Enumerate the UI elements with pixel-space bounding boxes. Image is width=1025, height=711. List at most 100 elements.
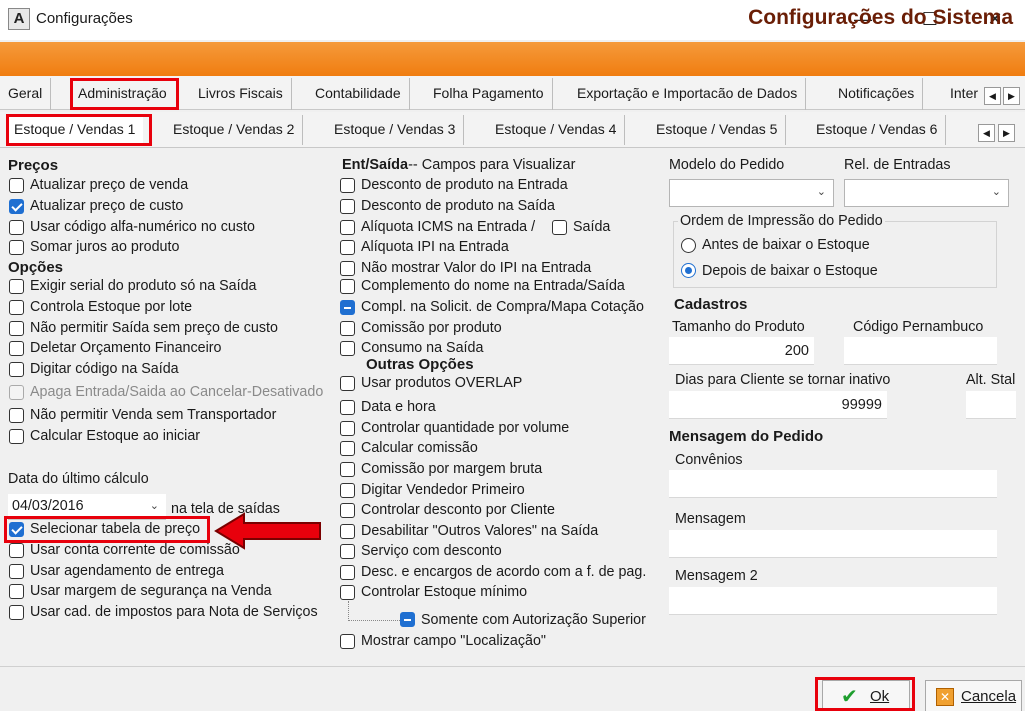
checkbox-desconto-cliente[interactable] — [340, 503, 355, 518]
checkbox-atualizar-preco-venda[interactable] — [9, 178, 24, 193]
data-ultimo-calculo-label: Data do último cálculo — [8, 471, 149, 487]
tab-estoque-vendas-2[interactable]: Estoque / Vendas 2 — [165, 115, 304, 145]
label-overlap: Usar produtos OVERLAP — [361, 375, 523, 391]
convenios-label: Convênios — [675, 452, 743, 468]
label-nao-mostrar-ipi: Não mostrar Valor do IPI na Entrada — [361, 260, 592, 276]
checkbox-calcular-comissao[interactable] — [340, 441, 355, 456]
radio-depois-baixar[interactable] — [681, 263, 696, 278]
radio-antes-baixar[interactable] — [681, 238, 696, 253]
mensagem-pedido-heading: Mensagem do Pedido — [669, 428, 824, 445]
modelo-pedido-select[interactable]: ⌄ — [669, 179, 834, 207]
subtab-scroll-right-icon[interactable]: ▶ — [998, 124, 1015, 142]
checkbox-impostos-servicos[interactable] — [9, 605, 24, 620]
tab-estoque-vendas-5[interactable]: Estoque / Vendas 5 — [648, 115, 787, 145]
tab-geral[interactable]: Geral — [0, 78, 52, 110]
tab-notificacoes[interactable]: Notificações — [830, 78, 924, 110]
checkbox-outros-valores[interactable] — [340, 524, 355, 539]
mensagem-2-input[interactable] — [669, 587, 997, 615]
label-comissao-produto: Comissão por produto — [361, 320, 502, 336]
checkbox-conta-corrente-comissao[interactable] — [9, 543, 24, 558]
label-conta-corrente-comissao: Usar conta corrente de comissão — [30, 542, 240, 558]
label-aliquota-icms-saida: Saída — [573, 219, 611, 235]
subtab-scroll-left-icon[interactable]: ◀ — [978, 124, 995, 142]
label-servico-desconto: Serviço com desconto — [361, 543, 502, 559]
label-antes-baixar: Antes de baixar o Estoque — [702, 237, 870, 253]
ent-saida-subtitle: -- Campos para Visualizar — [408, 157, 576, 173]
checkbox-calcular-estoque[interactable] — [9, 429, 24, 444]
checkbox-autorizacao-superior[interactable] — [400, 612, 415, 627]
checkbox-aliquota-ipi[interactable] — [340, 240, 355, 255]
checkbox-aliquota-icms-saida[interactable] — [552, 220, 567, 235]
alt-stal-input[interactable] — [966, 391, 1016, 419]
opcoes-heading: Opções — [8, 259, 64, 276]
tab-scroll-right-icon[interactable]: ▶ — [1003, 87, 1020, 105]
tab-contabilidade[interactable]: Contabilidade — [307, 78, 410, 110]
checkbox-mostrar-localizacao[interactable] — [340, 634, 355, 649]
checkbox-deletar-orcamento[interactable] — [9, 341, 24, 356]
tab-estoque-vendas-4[interactable]: Estoque / Vendas 4 — [487, 115, 626, 145]
label-complemento-nome: Complemento do nome na Entrada/Saída — [361, 278, 625, 294]
cancel-button[interactable]: ✕ Cancela — [925, 680, 1022, 711]
checkbox-desc-produto-saida[interactable] — [340, 199, 355, 214]
checkbox-qtd-volume[interactable] — [340, 421, 355, 436]
tab-estoque-vendas-3[interactable]: Estoque / Vendas 3 — [326, 115, 465, 145]
checkbox-somar-juros[interactable] — [9, 240, 24, 255]
checkbox-digitar-codigo[interactable] — [9, 362, 24, 377]
checkbox-compl-solicit[interactable] — [340, 300, 355, 315]
checkbox-estoque-lote[interactable] — [9, 300, 24, 315]
checkbox-margem-seguranca[interactable] — [9, 584, 24, 599]
label-exigir-serial: Exigir serial do produto só na Saída — [30, 278, 257, 294]
checkbox-atualizar-preco-custo[interactable] — [9, 199, 24, 214]
outras-opcoes-heading: Outras Opções — [366, 356, 474, 373]
checkbox-servico-desconto[interactable] — [340, 544, 355, 559]
label-digitar-codigo: Digitar código na Saída — [30, 361, 179, 377]
checkbox-estoque-minimo[interactable] — [340, 585, 355, 600]
checkbox-aliquota-icms-entrada[interactable] — [340, 220, 355, 235]
tab-estoque-vendas-6[interactable]: Estoque / Vendas 6 — [808, 115, 947, 145]
tab-inter[interactable]: Inter — [942, 78, 980, 110]
cadastros-heading: Cadastros — [674, 296, 748, 313]
codigo-pernambuco-label: Código Pernambuco — [853, 319, 984, 335]
tamanho-produto-label: Tamanho do Produto — [672, 319, 805, 335]
checkbox-comissao-produto[interactable] — [340, 321, 355, 336]
checkbox-complemento-nome[interactable] — [340, 279, 355, 294]
checkbox-apaga-entrada — [9, 385, 24, 400]
checkbox-nao-mostrar-ipi[interactable] — [340, 261, 355, 276]
mensagem-2-label: Mensagem 2 — [675, 568, 758, 584]
checkbox-data-hora[interactable] — [340, 400, 355, 415]
convenios-input[interactable] — [669, 470, 997, 498]
checkbox-comissao-margem[interactable] — [340, 462, 355, 477]
label-desc-encargos: Desc. e encargos de acordo com a f. de p… — [361, 564, 647, 580]
label-desc-produto-entrada: Desconto de produto na Entrada — [361, 177, 568, 193]
codigo-pernambuco-input[interactable] — [844, 337, 997, 365]
label-atualizar-preco-custo: Atualizar preço de custo — [30, 198, 184, 214]
checkbox-consumo-saida[interactable] — [340, 341, 355, 356]
checkbox-overlap[interactable] — [340, 376, 355, 391]
checkbox-nao-permitir-venda[interactable] — [9, 408, 24, 423]
checkbox-codigo-alfanumerico[interactable] — [9, 220, 24, 235]
tab-folha-pagamento[interactable]: Folha Pagamento — [425, 78, 553, 110]
mensagem-input[interactable] — [669, 530, 997, 558]
tab-exportacao[interactable]: Exportação e Importacão de Dados — [569, 78, 807, 110]
highlight-tab-estoque-vendas-1 — [6, 114, 152, 146]
app-icon: A — [8, 8, 30, 30]
label-codigo-alfanumerico: Usar código alfa-numérico no custo — [30, 219, 255, 235]
tab-livros-fiscais[interactable]: Livros Fiscais — [190, 78, 292, 110]
checkbox-vendedor-primeiro[interactable] — [340, 483, 355, 498]
checkbox-agendamento-entrega[interactable] — [9, 564, 24, 579]
tamanho-produto-input[interactable]: 200 — [669, 337, 814, 365]
tree-line — [348, 601, 349, 621]
label-mostrar-localizacao: Mostrar campo "Localização" — [361, 633, 546, 649]
dias-inativo-input[interactable]: 99999 — [669, 391, 887, 419]
label-impostos-servicos: Usar cad. de impostos para Nota de Servi… — [30, 604, 318, 620]
data-ultimo-calculo-value: 04/03/2016 — [12, 498, 84, 514]
checkbox-exigir-serial[interactable] — [9, 279, 24, 294]
rel-entradas-select[interactable]: ⌄ — [844, 179, 1009, 207]
banner-title: Configurações do Sistema — [748, 6, 1013, 29]
checkbox-desc-encargos[interactable] — [340, 565, 355, 580]
checkbox-nao-permitir-saida[interactable] — [9, 321, 24, 336]
tab-scroll-left-icon[interactable]: ◀ — [984, 87, 1001, 105]
checkbox-desc-produto-entrada[interactable] — [340, 178, 355, 193]
cancel-button-label: Cancela — [961, 688, 1017, 705]
ent-saida-heading: Ent/Saída-- Campos para Visualizar — [342, 157, 575, 173]
